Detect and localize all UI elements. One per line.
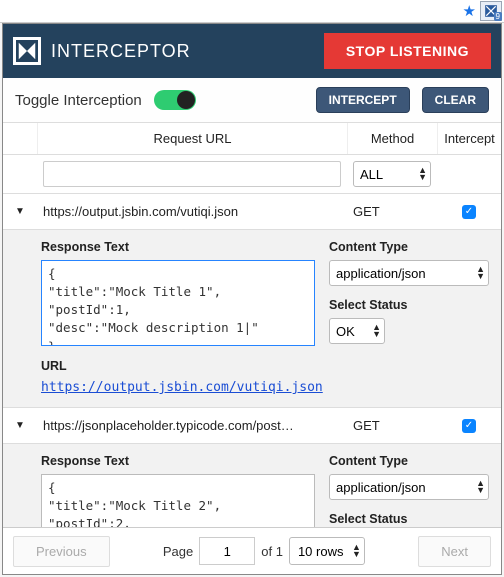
clear-button[interactable]: CLEAR [422, 87, 489, 113]
intercept-checkbox[interactable]: ✓ [462, 419, 476, 433]
bookmark-star-icon[interactable]: ★ [463, 2, 476, 20]
table-row: ▼ https://output.jsbin.com/vutiqi.json G… [3, 194, 501, 230]
expanded-panel: Response Text { "title":"Mock Title 1", … [3, 230, 501, 408]
previous-button[interactable]: Previous [13, 536, 110, 567]
rows-per-page-select[interactable]: 10 rows [289, 537, 365, 565]
url-label: URL [41, 359, 315, 373]
select-status-label: Select Status [329, 512, 489, 526]
content-type-select[interactable]: application/json [329, 474, 489, 500]
filter-row: ALL ▲▼ [3, 155, 501, 194]
page-of-label: of 1 [261, 544, 283, 559]
expanded-panel: Response Text { "title":"Mock Title 2", … [3, 444, 501, 527]
table-row: ▼ https://jsonplaceholder.typicode.com/p… [3, 408, 501, 444]
intercept-checkbox[interactable]: ✓ [462, 205, 476, 219]
url-filter-input[interactable] [43, 161, 341, 187]
row-method: GET [347, 410, 437, 441]
pagination-bar: Previous Page of 1 10 rows ▲▼ Next [3, 527, 501, 574]
table-header: Request URL Method Intercept [3, 123, 501, 155]
response-text-input[interactable]: { "title":"Mock Title 1", "postId":1, "d… [41, 260, 315, 346]
extension-icon[interactable]: 9 [480, 1, 502, 21]
next-button[interactable]: Next [418, 536, 491, 567]
column-header-method: Method [347, 123, 437, 154]
stop-listening-button[interactable]: STOP LISTENING [324, 33, 491, 69]
toggle-interception-label: Toggle Interception [15, 92, 142, 109]
response-text-input[interactable]: { "title":"Mock Title 2", "postId":2, "d… [41, 474, 315, 527]
method-filter-select[interactable]: ALL [353, 161, 431, 187]
page-label: Page [163, 544, 193, 559]
row-method: GET [347, 196, 437, 227]
extension-badge: 9 [494, 12, 502, 21]
intercept-button[interactable]: INTERCEPT [316, 87, 410, 113]
column-header-url: Request URL [37, 123, 347, 154]
url-link[interactable]: https://output.jsbin.com/vutiqi.json [41, 380, 323, 395]
content-type-label: Content Type [329, 454, 489, 468]
interception-toggle[interactable] [154, 90, 196, 110]
page-number-input[interactable] [199, 537, 255, 565]
expand-toggle-icon[interactable]: ▼ [3, 420, 37, 431]
select-status-label: Select Status [329, 298, 489, 312]
response-text-label: Response Text [41, 454, 315, 468]
response-text-label: Response Text [41, 240, 315, 254]
app-title: INTERCEPTOR [51, 41, 314, 62]
expand-toggle-icon[interactable]: ▼ [3, 206, 37, 217]
content-type-label: Content Type [329, 240, 489, 254]
app-header: INTERCEPTOR STOP LISTENING [3, 24, 501, 78]
row-url: https://output.jsbin.com/vutiqi.json [37, 196, 347, 227]
status-select[interactable]: OK [329, 318, 385, 344]
row-url: https://jsonplaceholder.typicode.com/pos… [37, 410, 347, 441]
app-logo-icon [13, 37, 41, 65]
content-type-select[interactable]: application/json [329, 260, 489, 286]
column-header-intercept: Intercept [437, 123, 501, 154]
